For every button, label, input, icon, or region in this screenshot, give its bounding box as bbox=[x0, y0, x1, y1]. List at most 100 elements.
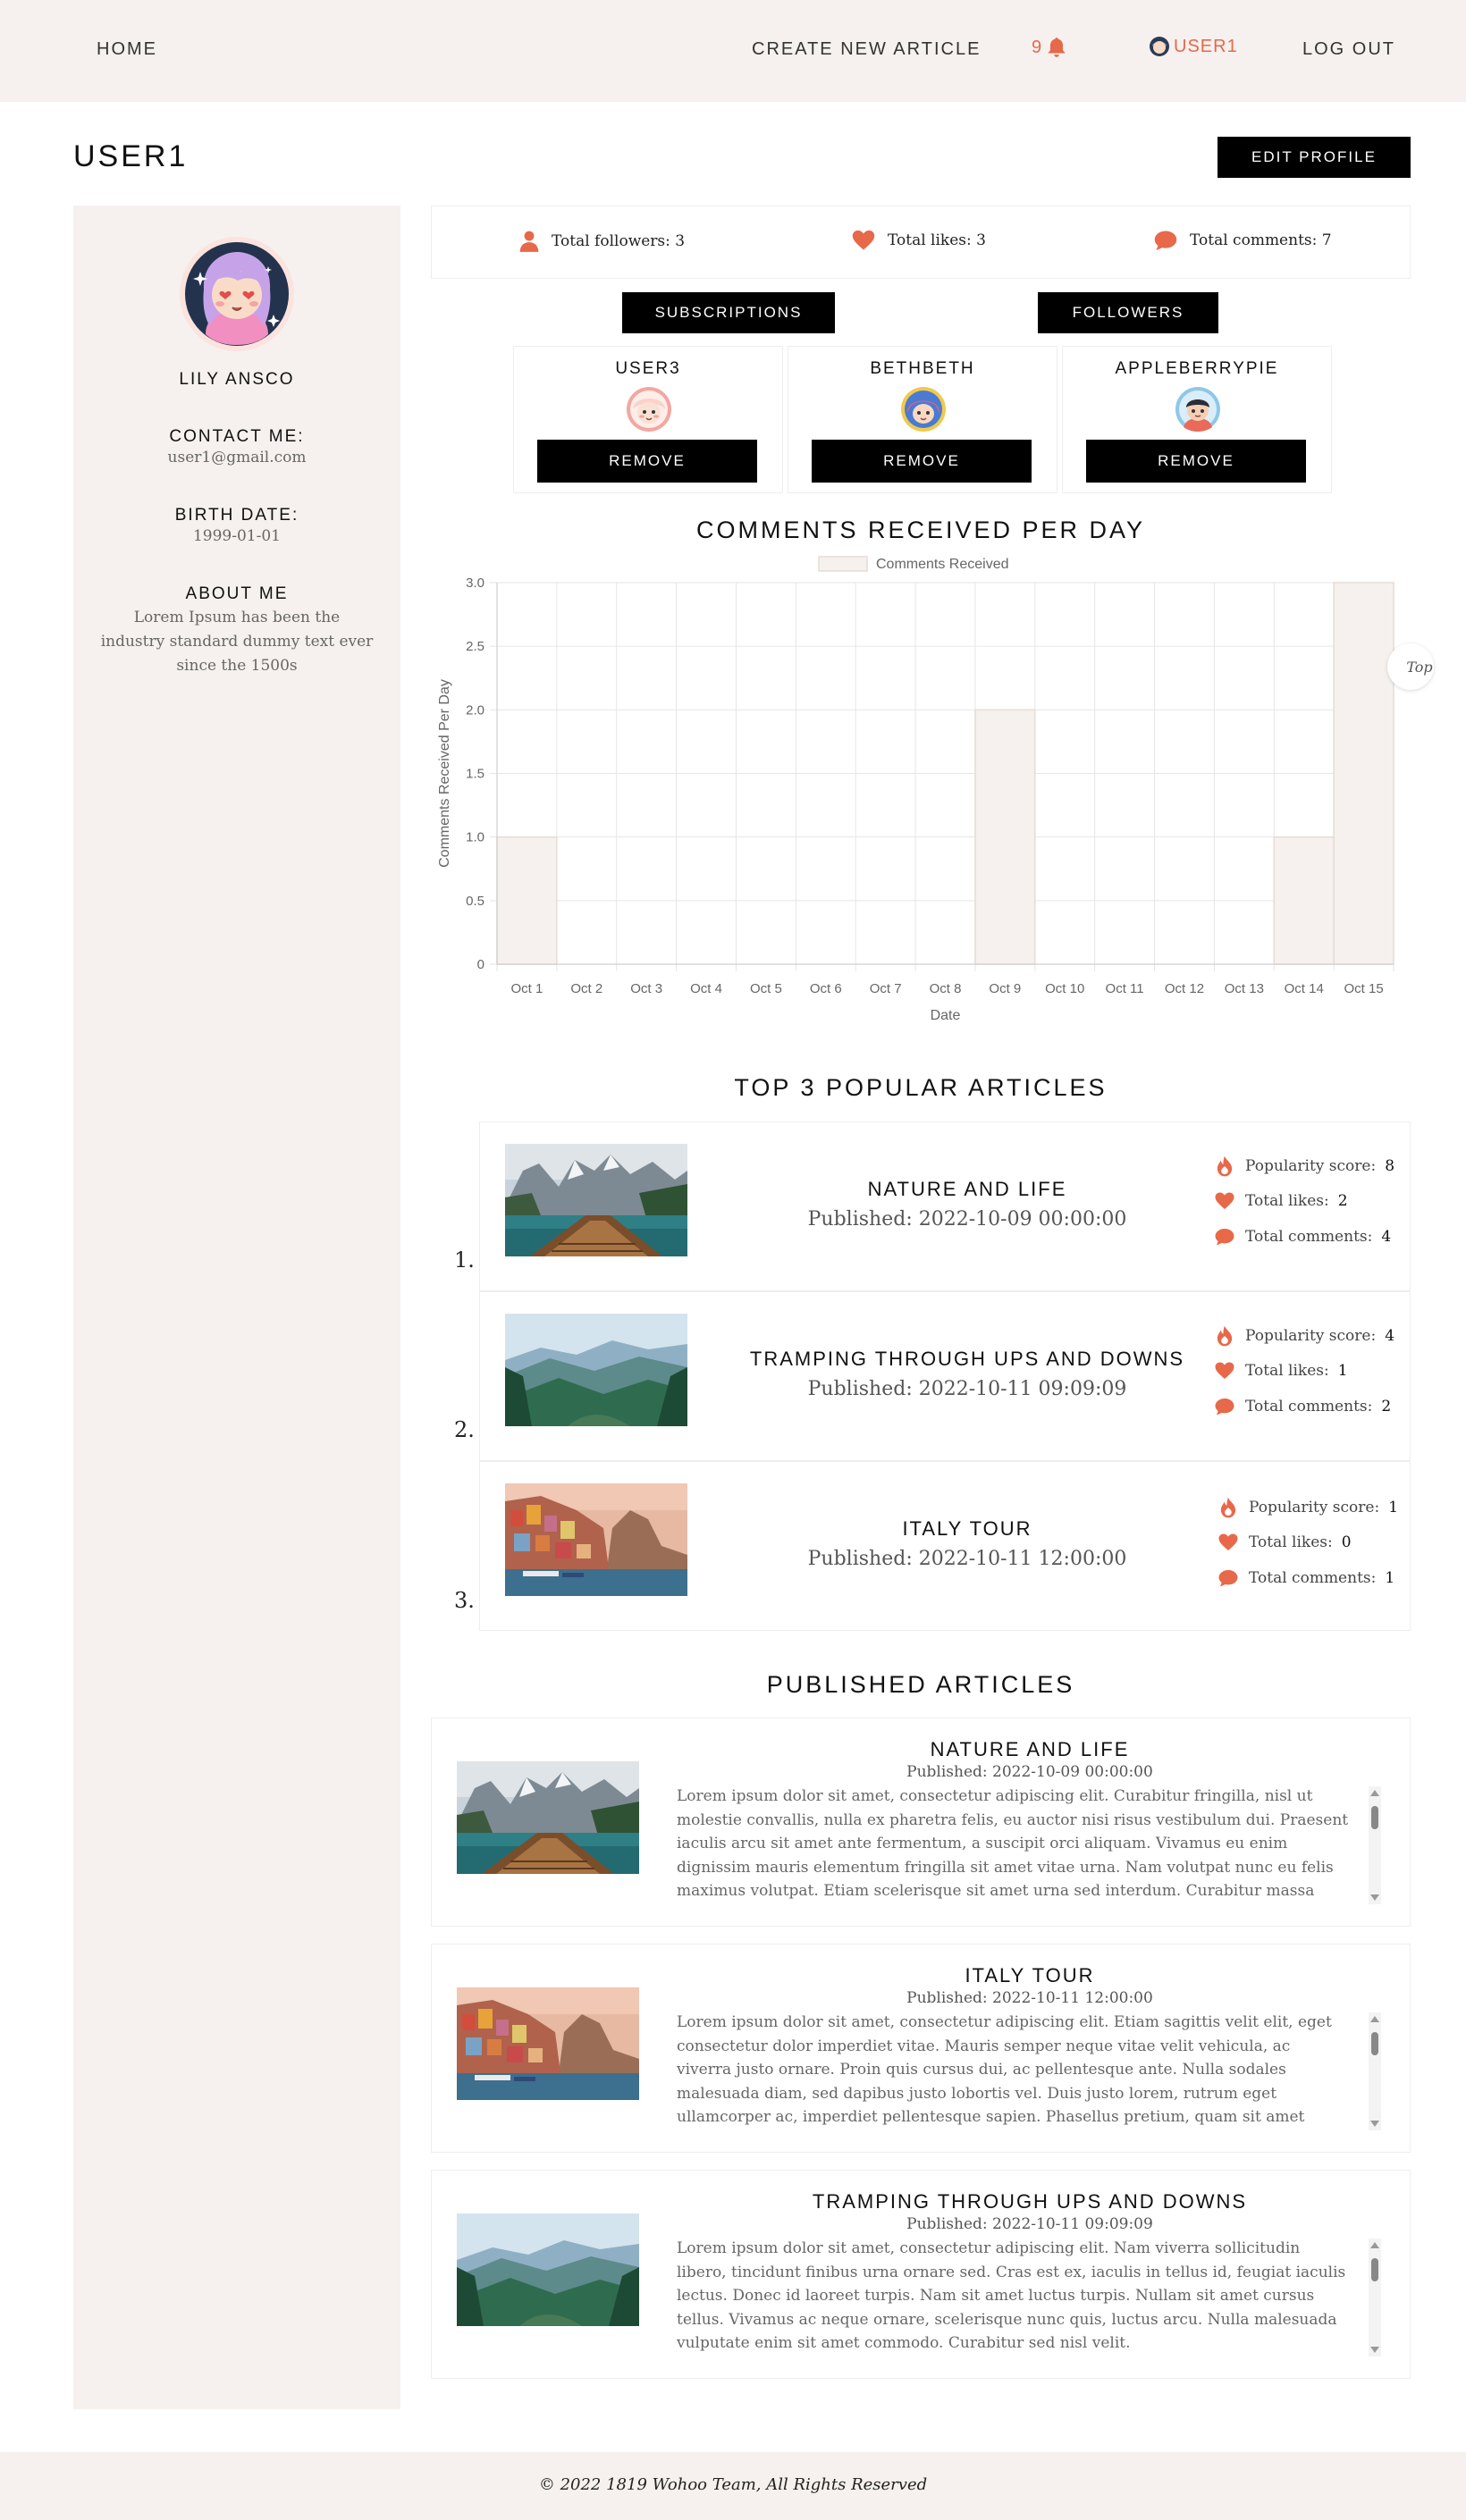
subscription-username: BETHBETH bbox=[870, 359, 975, 378]
nav-home-link[interactable]: HOME bbox=[97, 39, 157, 60]
remove-subscription-button[interactable]: REMOVE bbox=[1086, 440, 1306, 483]
heart-icon bbox=[1213, 1360, 1236, 1382]
x-tick-label: Oct 6 bbox=[810, 981, 842, 996]
chart-bar bbox=[1273, 836, 1335, 965]
popular-article-date: Published: 2022-10-11 12:00:00 bbox=[807, 1548, 1127, 1570]
x-axis-title: Date bbox=[931, 1008, 961, 1023]
subscription-card: BETHBETH REMOVE bbox=[788, 346, 1057, 493]
popular-article-title: TRAMPING THROUGH UPS AND DOWNS bbox=[749, 1348, 1185, 1370]
x-tick-label: Oct 8 bbox=[930, 981, 962, 996]
popularity-score-label: Popularity score: bbox=[1245, 1327, 1377, 1345]
person-icon bbox=[518, 228, 541, 255]
article-comments: Total comments: 1 bbox=[1217, 1567, 1394, 1589]
published-article-body[interactable]: Lorem ipsum dolor sit amet, consectetur … bbox=[677, 2011, 1349, 2129]
published-article-body[interactable]: Lorem ipsum dolor sit amet, consectetur … bbox=[677, 1785, 1349, 1903]
x-tick-label: Oct 3 bbox=[630, 981, 662, 996]
article-comments-value: 4 bbox=[1381, 1228, 1392, 1246]
published-article-title: ITALY TOUR bbox=[965, 1964, 1095, 1987]
popular-article-card[interactable]: ITALY TOUR Published: 2022-10-11 12:00:0… bbox=[479, 1461, 1411, 1631]
published-article-date: Published: 2022-10-09 00:00:00 bbox=[906, 1763, 1153, 1781]
nav-user-link[interactable]: USER1 bbox=[1149, 36, 1238, 57]
published-article-card[interactable]: NATURE AND LIFE Published: 2022-10-09 00… bbox=[431, 1718, 1411, 1927]
x-tick-label: Oct 4 bbox=[690, 981, 722, 996]
popularity-score-value: 1 bbox=[1388, 1499, 1399, 1516]
published-article-card[interactable]: ITALY TOUR Published: 2022-10-11 12:00:0… bbox=[431, 1944, 1411, 2153]
scroll-to-top-button[interactable]: Top bbox=[1387, 643, 1434, 690]
popular-article-card[interactable]: NATURE AND LIFE Published: 2022-10-09 00… bbox=[479, 1121, 1411, 1291]
article-comments-value: 2 bbox=[1381, 1398, 1392, 1415]
remove-subscription-button[interactable]: REMOVE bbox=[812, 440, 1032, 483]
remove-subscription-button[interactable]: REMOVE bbox=[537, 440, 757, 483]
article-likes-label: Total likes: bbox=[1245, 1192, 1329, 1210]
article-scrollbar[interactable] bbox=[1365, 2239, 1385, 2356]
article-likes: Total likes: 0 bbox=[1217, 1532, 1352, 1553]
article-comments: Total comments: 2 bbox=[1213, 1396, 1391, 1417]
bell-icon bbox=[1045, 36, 1068, 59]
article-thumbnail bbox=[505, 1483, 687, 1596]
stat-followers: Total followers: 3 bbox=[518, 228, 685, 255]
article-likes-label: Total likes: bbox=[1249, 1533, 1333, 1551]
x-tick-label: Oct 10 bbox=[1045, 981, 1084, 996]
about-text: Lorem Ipsum has been the industry standa… bbox=[100, 609, 374, 675]
popular-article-date: Published: 2022-10-09 00:00:00 bbox=[807, 1208, 1127, 1231]
stat-likes-text: Total likes: 3 bbox=[888, 231, 986, 249]
nav-logout-link[interactable]: LOG OUT bbox=[1302, 39, 1395, 60]
article-scrollbar[interactable] bbox=[1365, 1786, 1385, 1904]
edit-profile-button[interactable]: EDIT PROFILE bbox=[1217, 137, 1411, 178]
chart-bar bbox=[496, 836, 558, 965]
speech-bubble-icon bbox=[1213, 1226, 1236, 1247]
profile-name: LILY ANSCO bbox=[179, 370, 295, 389]
top-navbar: HOME CREATE NEW ARTICLE 9 USER1 LOG OUT bbox=[0, 0, 1466, 102]
tab-followers[interactable]: FOLLOWERS bbox=[1038, 292, 1218, 333]
y-tick-label: 2.5 bbox=[466, 639, 484, 654]
article-thumbnail bbox=[457, 1761, 639, 1874]
heart-icon bbox=[850, 228, 877, 253]
tab-subscriptions[interactable]: SUBSCRIPTIONS bbox=[622, 292, 835, 333]
article-rank: 1. bbox=[454, 1247, 475, 1273]
article-rank: 2. bbox=[454, 1417, 475, 1442]
published-article-date: Published: 2022-10-11 09:09:09 bbox=[906, 2215, 1153, 2233]
x-tick-label: Oct 13 bbox=[1225, 981, 1264, 996]
about-label: ABOUT ME bbox=[185, 584, 289, 603]
stats-bar: Total followers: 3 Total likes: 3 Total … bbox=[431, 206, 1411, 279]
published-article-title: NATURE AND LIFE bbox=[930, 1738, 1130, 1760]
subscription-card: USER3 REMOVE bbox=[513, 346, 783, 493]
x-tick-label: Oct 11 bbox=[1106, 981, 1144, 996]
article-comments-label: Total comments: bbox=[1245, 1398, 1373, 1415]
y-tick-label: 1.0 bbox=[466, 830, 484, 845]
x-tick-label: Oct 1 bbox=[511, 981, 543, 996]
article-thumbnail bbox=[457, 2213, 639, 2326]
speech-bubble-icon bbox=[1152, 228, 1179, 253]
article-comments-value: 1 bbox=[1385, 1569, 1395, 1587]
x-tick-label: Oct 5 bbox=[750, 981, 782, 996]
speech-bubble-icon bbox=[1217, 1567, 1240, 1589]
comments-per-day-chart: 0 0.5 1.0 1.5 2.0 2.5 3.0 Oct 1 Oct 2 Oct 3 Oct 4 O… bbox=[437, 556, 1394, 1023]
popularity-score-label: Popularity score: bbox=[1249, 1499, 1380, 1516]
published-article-body[interactable]: Lorem ipsum dolor sit amet, consectetur … bbox=[677, 2237, 1349, 2355]
y-tick-label: 1.5 bbox=[466, 767, 484, 782]
y-tick-label: 0 bbox=[477, 957, 484, 972]
footer-text: © 2022 1819 Wohoo Team, All Rights Reser… bbox=[538, 2475, 928, 2494]
legend-label: Comments Received bbox=[876, 557, 1009, 572]
popularity-score-value: 4 bbox=[1385, 1327, 1395, 1345]
stat-comments-text: Total comments: 7 bbox=[1190, 231, 1332, 249]
subscription-username: APPLEBERRYPIE bbox=[1115, 359, 1279, 378]
nav-create-article-link[interactable]: CREATE NEW ARTICLE bbox=[752, 39, 981, 60]
y-tick-label: 3.0 bbox=[466, 575, 484, 591]
avatar-icon bbox=[1175, 387, 1220, 432]
article-thumbnail bbox=[505, 1144, 687, 1256]
article-likes-value: 0 bbox=[1341, 1533, 1352, 1551]
flame-icon bbox=[1213, 1324, 1236, 1348]
y-tick-label: 0.5 bbox=[466, 894, 484, 909]
top-button-label: Top bbox=[1406, 658, 1433, 676]
published-article-card[interactable]: TRAMPING THROUGH UPS AND DOWNS Published… bbox=[431, 2170, 1411, 2379]
chart-bar bbox=[974, 709, 1036, 965]
article-scrollbar[interactable] bbox=[1365, 2012, 1385, 2130]
subscription-username: USER3 bbox=[615, 359, 681, 378]
popular-article-card[interactable]: TRAMPING THROUGH UPS AND DOWNS Published… bbox=[479, 1291, 1411, 1461]
notifications-button[interactable]: 9 bbox=[1032, 36, 1068, 59]
x-tick-label: Oct 14 bbox=[1285, 981, 1324, 996]
heart-icon bbox=[1213, 1190, 1236, 1212]
flame-icon bbox=[1217, 1496, 1240, 1519]
article-likes: Total likes: 1 bbox=[1213, 1360, 1348, 1382]
